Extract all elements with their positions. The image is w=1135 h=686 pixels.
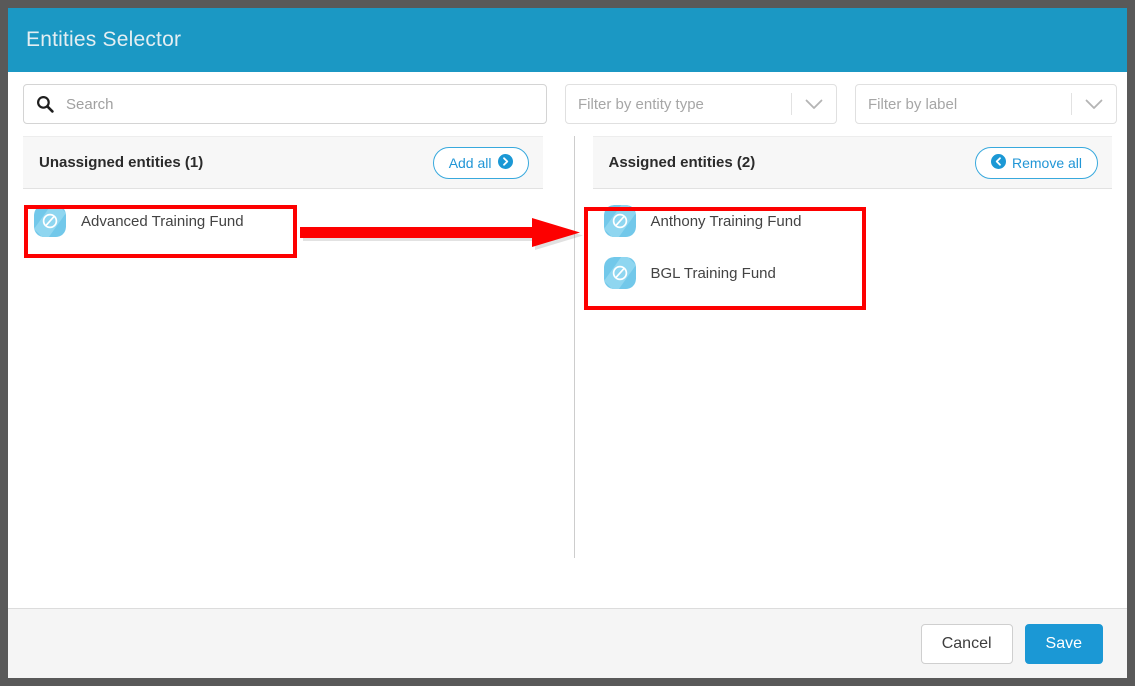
assigned-entity-list: Anthony Training Fund BGL Training Fund <box>593 189 1113 608</box>
add-all-button[interactable]: Add all <box>432 146 529 179</box>
list-item[interactable]: Anthony Training Fund <box>593 195 1113 247</box>
label-filter-select[interactable]: Filter by label <box>855 84 1117 124</box>
chevron-down-icon[interactable] <box>792 99 836 110</box>
list-item[interactable]: Advanced Training Fund <box>23 195 543 247</box>
fund-entity-icon <box>603 205 636 237</box>
filter-toolbar: Filter by entity type Filter by label <box>8 72 1127 136</box>
unassigned-panel: Unassigned entities (1) Add all Advanced… <box>23 136 560 608</box>
save-button[interactable]: Save <box>1024 623 1103 664</box>
label-filter-placeholder: Filter by label <box>868 95 958 113</box>
entity-name: Advanced Training Fund <box>81 212 244 230</box>
entities-transfer-panels: Unassigned entities (1) Add all Advanced… <box>8 136 1127 608</box>
circle-arrow-left-icon <box>990 153 1006 172</box>
entity-type-filter-select[interactable]: Filter by entity type <box>565 84 837 124</box>
chevron-down-icon[interactable] <box>1072 99 1116 110</box>
unassigned-entity-list: Advanced Training Fund <box>23 189 543 608</box>
page-title: Entities Selector <box>26 28 182 51</box>
fund-entity-icon <box>603 257 636 289</box>
list-item[interactable]: BGL Training Fund <box>593 247 1113 299</box>
cancel-button[interactable]: Cancel <box>920 623 1013 664</box>
unassigned-panel-title: Unassigned entities (1) <box>39 154 204 171</box>
dialog-titlebar: Entities Selector <box>8 8 1127 72</box>
assigned-panel-title: Assigned entities (2) <box>608 154 756 171</box>
entity-type-filter-placeholder: Filter by entity type <box>578 95 704 113</box>
search-icon <box>36 95 54 113</box>
entity-name: BGL Training Fund <box>650 264 776 282</box>
search-field-wrapper[interactable] <box>23 84 547 124</box>
entity-name: Anthony Training Fund <box>650 212 802 230</box>
search-input[interactable] <box>64 94 534 114</box>
remove-all-button[interactable]: Remove all <box>974 146 1098 179</box>
assigned-panel-header: Assigned entities (2) Remove all <box>592 136 1112 189</box>
fund-entity-icon <box>34 205 66 237</box>
dialog-footer: Cancel Save <box>8 608 1127 678</box>
unassigned-panel-header: Unassigned entities (1) Add all <box>23 136 543 189</box>
assigned-panel: Assigned entities (2) Remove all Anthony… <box>560 136 1113 608</box>
circle-arrow-right-icon <box>497 153 513 172</box>
entities-selector-dialog: Entities Selector Filter by entity type <box>8 8 1127 678</box>
remove-all-label: Remove all <box>1011 154 1082 171</box>
add-all-label: Add all <box>448 154 492 171</box>
